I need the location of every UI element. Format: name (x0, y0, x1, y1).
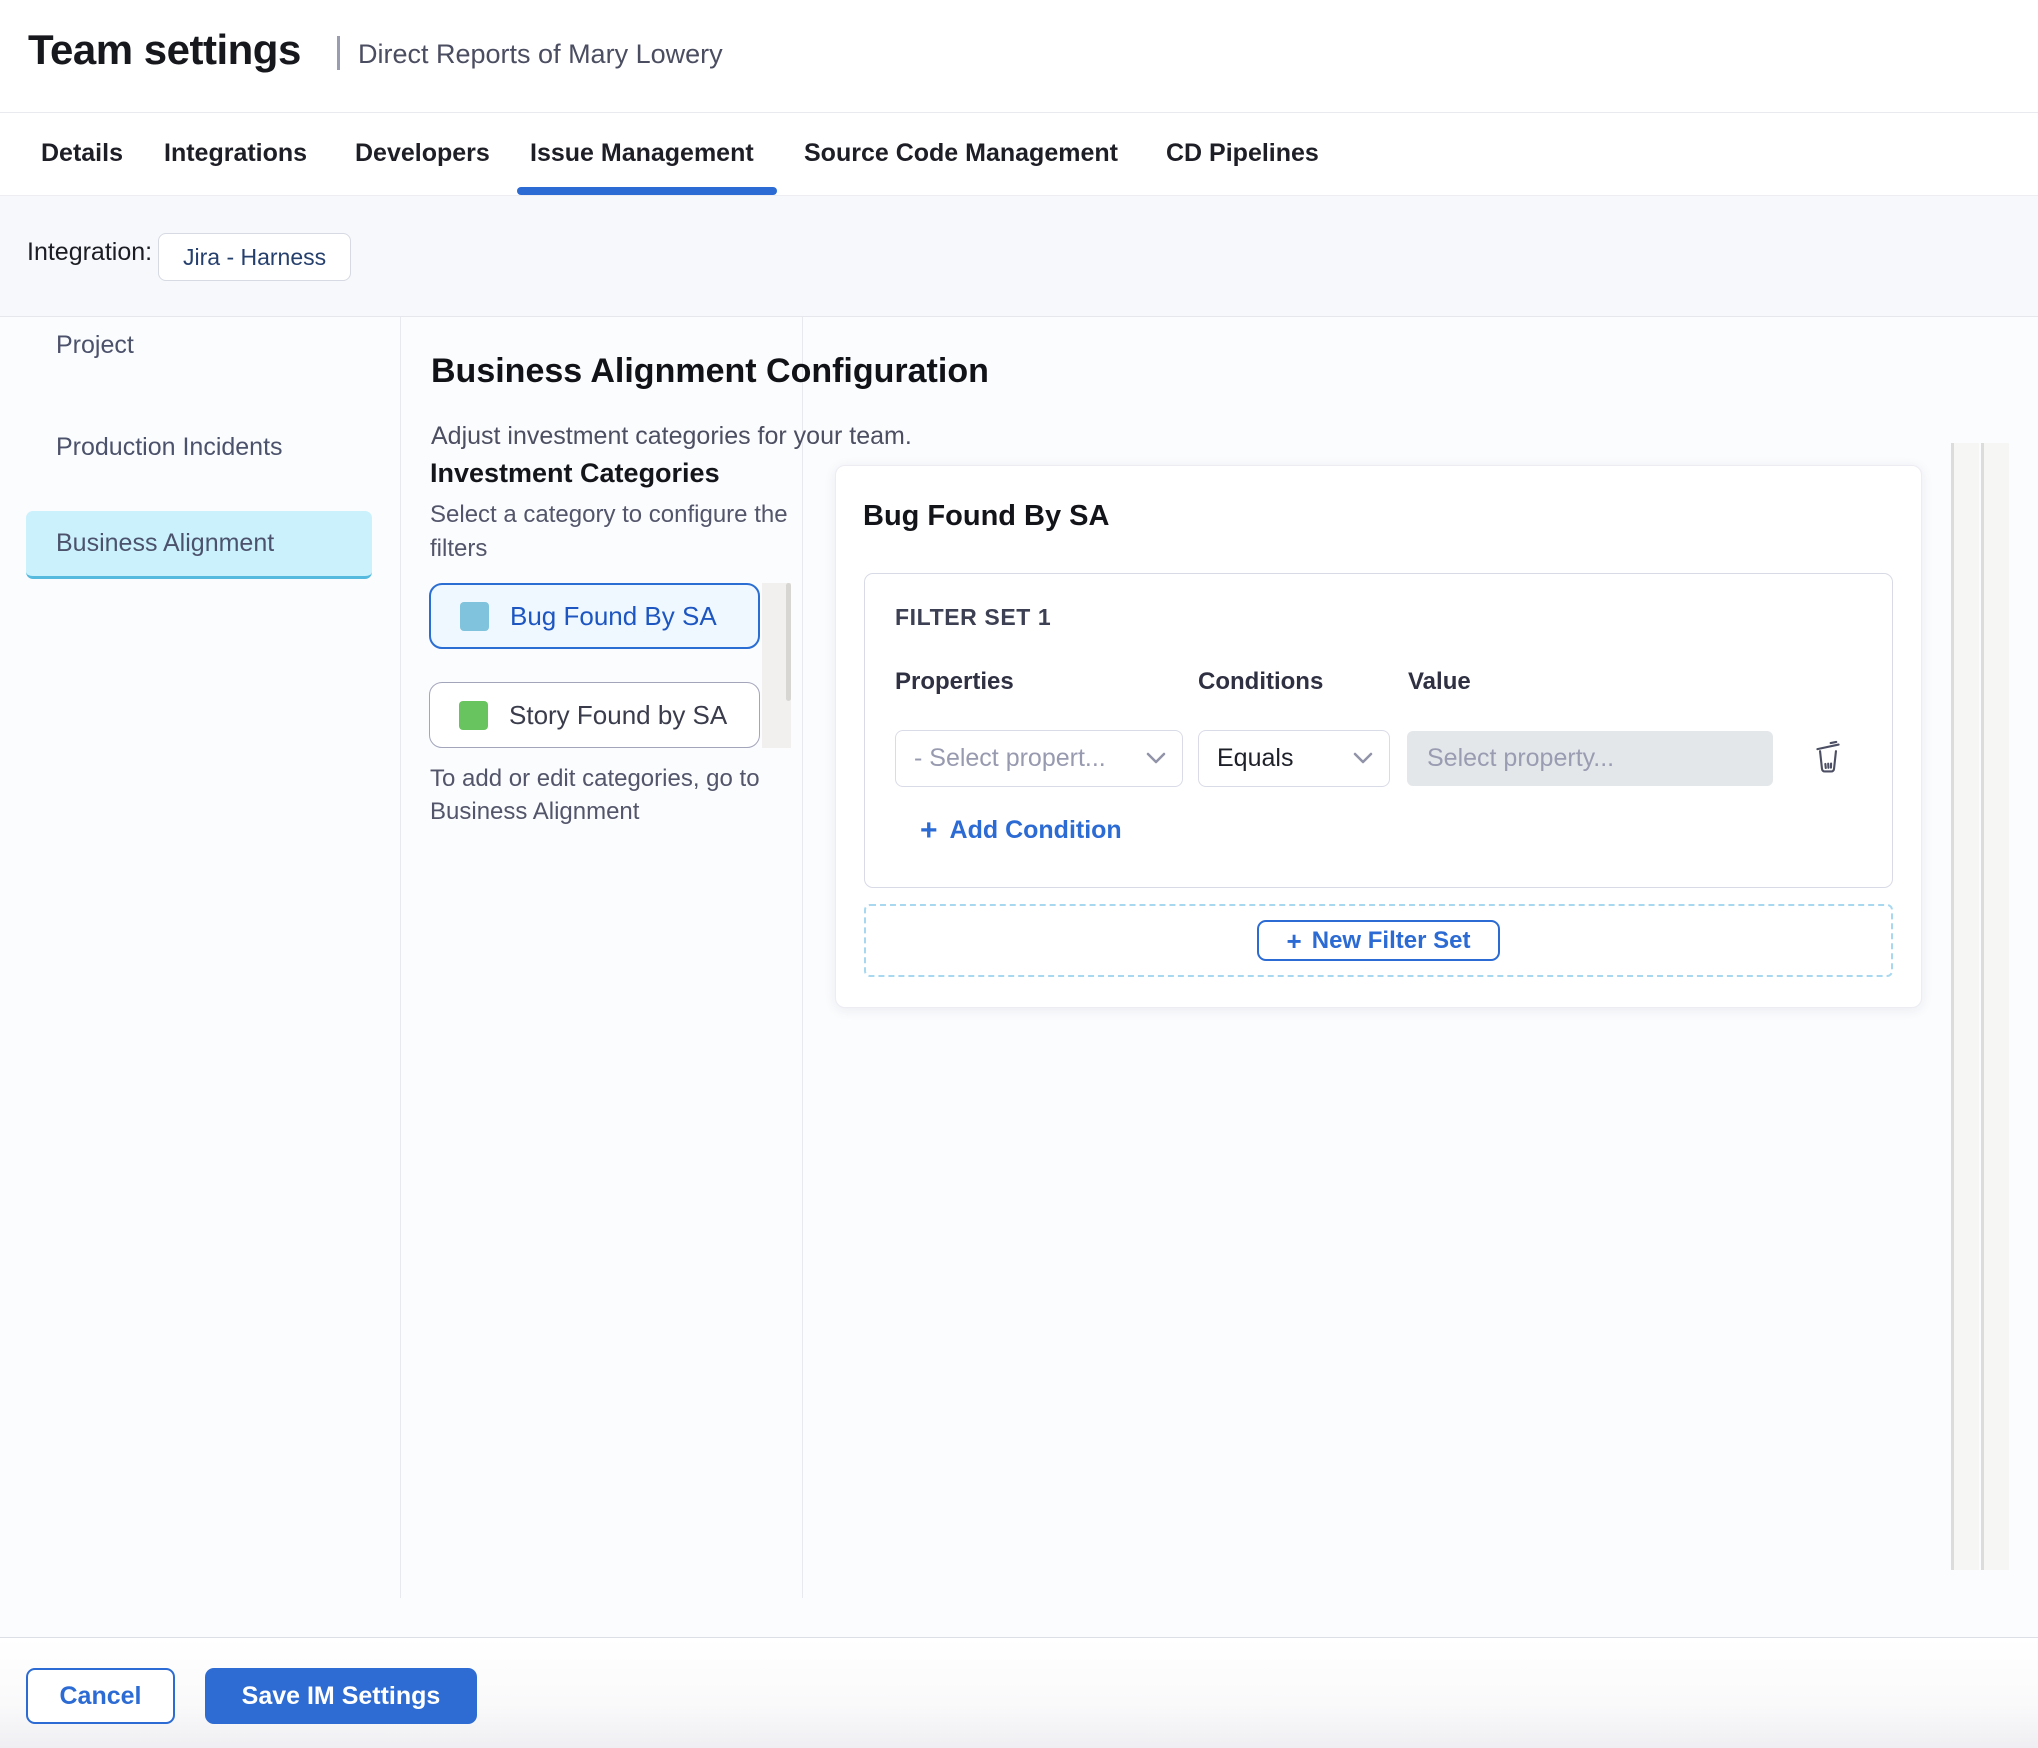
add-condition-button[interactable]: + Add Condition (920, 813, 1122, 847)
property-select-value: - Select propert... (914, 744, 1106, 772)
chevron-down-icon (1353, 752, 1373, 765)
condition-select-value: Equals (1217, 744, 1294, 772)
condition-select[interactable]: Equals (1198, 730, 1390, 787)
trash-icon (1813, 738, 1843, 774)
category-color-swatch (459, 700, 488, 730)
title-separator (337, 36, 340, 70)
value-input[interactable] (1407, 731, 1773, 786)
new-filter-set-button[interactable]: + New Filter Set (1257, 920, 1500, 961)
tab-issue-management[interactable]: Issue Management (530, 139, 754, 168)
vertical-scrollbar-track-inner[interactable] (1981, 443, 2009, 1570)
integration-bar: Integration: Jira - Harness (0, 196, 2038, 317)
tab-details[interactable]: Details (41, 139, 123, 168)
page-header: Team settings Direct Reports of Mary Low… (0, 0, 2038, 112)
properties-column-label: Properties (895, 668, 1014, 695)
property-select[interactable]: - Select propert... (895, 730, 1183, 787)
sidebar-item-production-incidents[interactable]: Production Incidents (26, 413, 372, 481)
filter-set-label: FILTER SET 1 (895, 604, 1052, 630)
active-tab-indicator (517, 187, 777, 195)
add-condition-label: Add Condition (949, 816, 1122, 844)
category-label: Story Found by SA (509, 699, 728, 730)
category-list-scrollbar-thumb[interactable] (786, 583, 791, 701)
page-title: Team settings (28, 26, 301, 73)
investment-categories-heading: Investment Categories (430, 458, 720, 488)
new-filter-set-label: New Filter Set (1311, 926, 1471, 954)
integration-label: Integration: (27, 238, 153, 266)
sidebar-item-business-alignment[interactable]: Business Alignment (26, 511, 372, 579)
sidebar-item-project[interactable]: Project (26, 311, 372, 379)
chevron-down-icon (1146, 752, 1166, 765)
save-im-settings-button[interactable]: Save IM Settings (205, 1668, 477, 1724)
tab-bar: Details Integrations Developers Issue Ma… (0, 112, 2038, 196)
investment-categories-help: Select a category to configure the filte… (430, 501, 788, 562)
categories-divider (802, 317, 803, 1598)
categories-note: To add or edit categories, go to Busines… (430, 765, 760, 825)
category-button-story-found-by-sa[interactable]: Story Found by SA (429, 682, 760, 748)
section-subtitle: Adjust investment categories for your te… (431, 422, 912, 450)
delete-condition-button[interactable] (1806, 733, 1850, 779)
sidebar-divider (400, 317, 401, 1598)
tab-source-code-management[interactable]: Source Code Management (804, 139, 1118, 168)
plus-icon: + (1286, 925, 1302, 956)
section-title: Business Alignment Configuration (431, 352, 989, 390)
breadcrumb: Direct Reports of Mary Lowery (358, 39, 723, 69)
cancel-button[interactable]: Cancel (26, 1668, 175, 1724)
filter-card-title: Bug Found By SA (863, 500, 1110, 532)
tab-integrations[interactable]: Integrations (164, 139, 307, 168)
integration-chip[interactable]: Jira - Harness (158, 233, 352, 281)
vertical-scrollbar-track-outer[interactable] (1951, 443, 1979, 1570)
category-button-bug-found-by-sa[interactable]: Bug Found By SA (429, 583, 760, 649)
conditions-column-label: Conditions (1198, 668, 1324, 695)
plus-icon: + (920, 813, 938, 847)
tab-developers[interactable]: Developers (355, 139, 490, 168)
tab-cd-pipelines[interactable]: CD Pipelines (1166, 139, 1319, 168)
category-label: Bug Found By SA (510, 600, 717, 631)
category-color-swatch (460, 601, 489, 631)
value-column-label: Value (1408, 668, 1471, 695)
